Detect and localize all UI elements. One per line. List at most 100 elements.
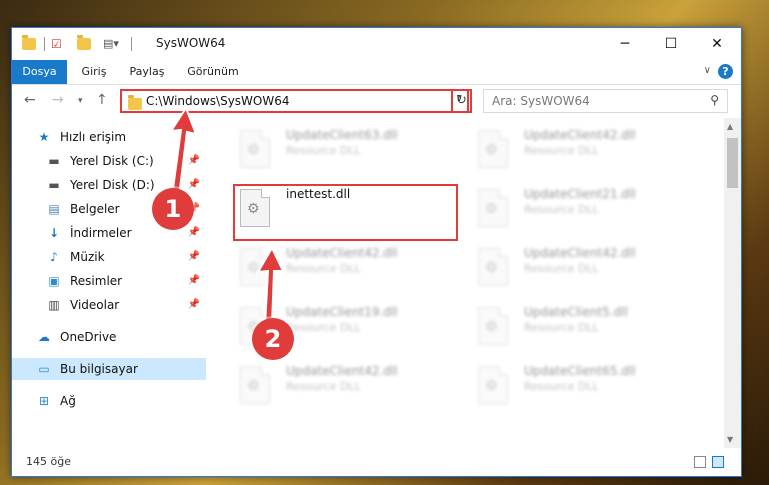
search-placeholder: Ara: SysWOW64 xyxy=(492,94,590,108)
file-item[interactable]: ⚙ UpdateClient42.dll Resource DLL xyxy=(234,362,464,414)
nav-item-music[interactable]: ♪ Müzik 📌 xyxy=(12,246,206,268)
nav-label: Hızlı erişim xyxy=(60,130,127,144)
folder-icon xyxy=(22,35,36,50)
file-name: UpdateClient21.dll xyxy=(524,187,636,201)
drive-icon: ▬ xyxy=(48,178,60,192)
vertical-scrollbar[interactable]: ▲ ▼ xyxy=(724,118,741,448)
navigation-pane: ★ Hızlı erişim ▬ Yerel Disk (C:) 📌 ▬ Yer… xyxy=(12,118,206,448)
file-item[interactable]: ⚙ UpdateClient63.dll Resource DLL xyxy=(234,126,464,178)
tab-view[interactable]: Görünüm xyxy=(182,60,244,84)
cloud-icon: ☁ xyxy=(38,330,50,344)
address-path: C:\Windows\SysWOW64 xyxy=(146,94,290,108)
file-type: Resource DLL xyxy=(524,203,599,216)
nav-item-pictures[interactable]: ▣ Resimler 📌 xyxy=(12,270,206,292)
nav-quick-access[interactable]: ★ Hızlı erişim xyxy=(12,126,206,148)
dll-file-icon: ⚙ xyxy=(478,248,512,288)
nav-item-drive-c[interactable]: ▬ Yerel Disk (C:) 📌 xyxy=(12,150,206,172)
dll-file-icon: ⚙ xyxy=(478,307,512,347)
back-arrow-icon[interactable]: ← xyxy=(24,92,36,108)
computer-icon: ▭ xyxy=(38,362,50,376)
nav-item-videos[interactable]: ▥ Videolar 📌 xyxy=(12,294,206,316)
title-bar: ☑ ▤▾ SysWOW64 ─ ☐ ✕ xyxy=(12,28,741,60)
tab-file[interactable]: Dosya xyxy=(12,60,67,84)
refresh-button[interactable]: ↻ xyxy=(451,89,472,113)
search-input[interactable]: Ara: SysWOW64 ⚲ xyxy=(483,89,728,113)
file-name: UpdateClient42.dll xyxy=(524,246,636,260)
folder-icon xyxy=(128,95,142,110)
pin-icon[interactable]: 📌 xyxy=(188,299,200,310)
pin-icon[interactable]: 📌 xyxy=(188,179,200,190)
callout-2: 2 xyxy=(252,318,294,360)
maximize-button[interactable]: ☐ xyxy=(648,28,694,60)
network-icon: ⊞ xyxy=(38,394,50,408)
nav-label: Videolar xyxy=(70,298,120,312)
file-item[interactable]: ⚙ UpdateClient5.dll Resource DLL xyxy=(472,303,702,355)
nav-network[interactable]: ⊞ Ağ xyxy=(12,390,206,412)
file-name: UpdateClient5.dll xyxy=(524,305,628,319)
window-title: SysWOW64 xyxy=(156,36,226,50)
nav-label: İndirmeler xyxy=(70,226,132,240)
nav-label: Yerel Disk (D:) xyxy=(70,178,155,192)
item-count: 145 öğe xyxy=(26,455,71,468)
toolbar-divider xyxy=(131,37,132,51)
scroll-down-icon[interactable]: ▼ xyxy=(727,435,733,444)
tab-share[interactable]: Paylaş xyxy=(122,60,172,84)
nav-label: Resimler xyxy=(70,274,123,288)
file-name: UpdateClient42.dll xyxy=(524,128,636,142)
documents-icon: ▤ xyxy=(48,202,60,216)
file-name: UpdateClient65.dll xyxy=(524,364,636,378)
details-view-icon[interactable] xyxy=(694,456,706,468)
file-type: Resource DLL xyxy=(524,321,599,334)
dll-file-icon: ⚙ xyxy=(240,248,274,288)
file-name: UpdateClient19.dll xyxy=(286,305,398,319)
address-row: ← → ▾ ↑ C:\Windows\SysWOW64 ∨ ↻ Ara: Sys… xyxy=(12,86,741,116)
minimize-button[interactable]: ─ xyxy=(602,28,648,60)
properties-icon[interactable]: ☑ xyxy=(51,37,65,51)
nav-onedrive[interactable]: ☁ OneDrive xyxy=(12,326,206,348)
large-icons-view-icon[interactable] xyxy=(712,456,724,468)
nav-this-pc[interactable]: ▭ Bu bilgisayar xyxy=(12,358,206,380)
search-icon: ⚲ xyxy=(710,93,719,107)
tab-home[interactable]: Giriş xyxy=(72,60,116,84)
music-icon: ♪ xyxy=(50,250,58,264)
file-highlight-box xyxy=(233,184,458,241)
file-item[interactable]: ⚙ UpdateClient42.dll Resource DLL xyxy=(472,244,702,296)
new-folder-icon[interactable] xyxy=(77,35,91,50)
nav-label: Bu bilgisayar xyxy=(60,362,138,376)
scrollbar-thumb[interactable] xyxy=(727,138,738,188)
chevron-down-icon[interactable]: ∨ xyxy=(704,65,711,76)
customize-quick-access-icon[interactable]: ▤▾ xyxy=(103,37,119,51)
scroll-up-icon[interactable]: ▲ xyxy=(727,122,733,131)
file-type: Resource DLL xyxy=(286,144,361,157)
file-item[interactable]: ⚙ UpdateClient21.dll Resource DLL xyxy=(472,185,702,237)
nav-label: Müzik xyxy=(70,250,105,264)
file-name: UpdateClient42.dll xyxy=(286,364,398,378)
pin-icon[interactable]: 📌 xyxy=(188,227,200,238)
help-icon[interactable]: ? xyxy=(718,64,733,79)
file-item[interactable]: ⚙ UpdateClient42.dll Resource DLL xyxy=(472,126,702,178)
pictures-icon: ▣ xyxy=(48,274,60,288)
forward-arrow-icon[interactable]: → xyxy=(52,92,64,108)
pin-icon[interactable]: 📌 xyxy=(188,251,200,262)
download-icon: ↓ xyxy=(48,226,60,240)
address-bar[interactable]: C:\Windows\SysWOW64 ∨ xyxy=(120,89,469,113)
file-name: UpdateClient42.dll xyxy=(286,246,398,260)
file-name: UpdateClient63.dll xyxy=(286,128,398,142)
file-type: Resource DLL xyxy=(286,321,361,334)
dll-file-icon: ⚙ xyxy=(478,130,512,170)
nav-label: Belgeler xyxy=(70,202,120,216)
pin-icon[interactable]: 📌 xyxy=(188,155,200,166)
file-item[interactable]: ⚙ UpdateClient42.dll Resource DLL xyxy=(234,244,464,296)
nav-label: OneDrive xyxy=(60,330,117,344)
file-list: ⚙ UpdateClient63.dll Resource DLL ⚙ inet… xyxy=(210,118,720,448)
nav-label: Ağ xyxy=(60,394,76,408)
recent-locations-icon[interactable]: ▾ xyxy=(78,96,83,106)
dll-file-icon: ⚙ xyxy=(240,130,274,170)
file-type: Resource DLL xyxy=(524,262,599,275)
file-item[interactable]: ⚙ UpdateClient65.dll Resource DLL xyxy=(472,362,702,414)
videos-icon: ▥ xyxy=(48,298,60,312)
star-icon: ★ xyxy=(38,130,50,144)
pin-icon[interactable]: 📌 xyxy=(188,275,200,286)
close-button[interactable]: ✕ xyxy=(694,28,740,60)
up-arrow-icon[interactable]: ↑ xyxy=(96,92,108,108)
